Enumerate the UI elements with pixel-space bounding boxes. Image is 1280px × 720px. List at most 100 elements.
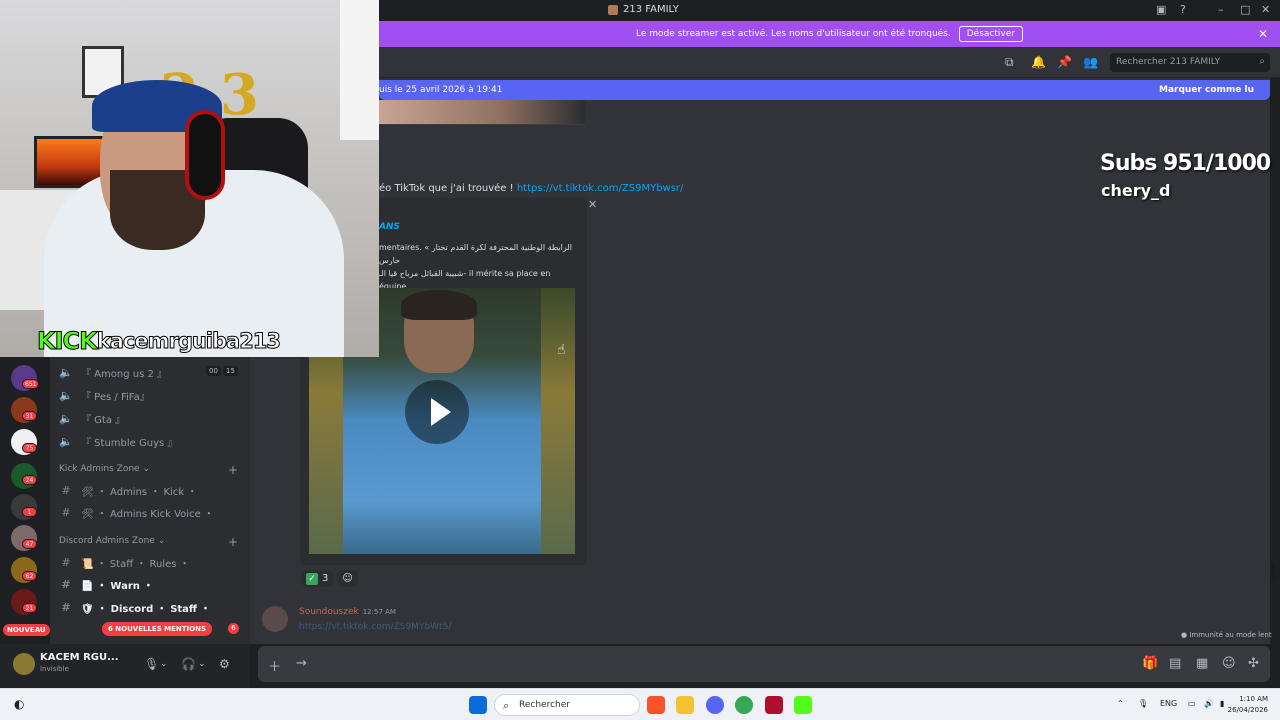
bell-icon[interactable]: 🔔 xyxy=(1031,55,1046,69)
kick-app-icon[interactable] xyxy=(794,696,812,714)
channel-warn[interactable]: # 📄 ・ Warn ・ xyxy=(59,577,244,592)
gif-icon[interactable]: ▤ xyxy=(1169,656,1181,671)
search-icon: ⌕ xyxy=(1259,56,1265,67)
clock[interactable]: 1:10 AM 26/04/2026 xyxy=(1228,694,1268,716)
app-icon[interactable] xyxy=(765,696,783,714)
taskbar-search[interactable]: ⌕ Rechercher xyxy=(494,694,640,716)
minimize-icon[interactable]: – xyxy=(1218,3,1224,16)
avatar[interactable] xyxy=(262,606,288,632)
webcam-overlay: 2 3 xyxy=(0,0,379,357)
embed-title[interactable]: ANS xyxy=(379,222,400,232)
battery-icon[interactable]: ▮ xyxy=(1220,699,1224,708)
headphones-icon[interactable]: 🎧 xyxy=(181,657,196,671)
help-icon[interactable]: ? xyxy=(1180,3,1186,16)
server-rail: 651 31 75 24 1 47 62 21 xyxy=(0,357,50,688)
speaker-icon: 🔈 xyxy=(59,366,73,379)
gear-icon[interactable]: ⚙ xyxy=(219,657,230,671)
message-text: éo TikTok que j'ai trouvée ! https://vt.… xyxy=(379,183,684,194)
search-input[interactable]: Rechercher 213 FAMILY ⌕ xyxy=(1110,53,1270,72)
tiktok-link[interactable]: https://vt.tiktok.com/ZS9MYbwsr/ xyxy=(517,183,684,194)
discord-icon[interactable] xyxy=(706,696,724,714)
kick-logo: KICK xyxy=(37,327,99,356)
server-icon xyxy=(608,4,618,15)
start-icon[interactable] xyxy=(469,696,487,714)
widgets-icon[interactable]: ◐ xyxy=(14,697,24,711)
microphone-icon[interactable]: 🎙 xyxy=(144,657,159,671)
message-author[interactable]: Soundouszek 12:57 AM xyxy=(299,607,396,617)
members-icon[interactable]: 👥 xyxy=(1083,55,1098,69)
kick-username: kacemrguiba213 xyxy=(96,329,281,354)
hash-icon: # xyxy=(61,484,71,497)
brave-icon[interactable] xyxy=(647,696,665,714)
message-link[interactable]: https://vt.tiktok.com/ZS9MYbWt5/ xyxy=(299,622,451,632)
maximize-icon[interactable]: □ xyxy=(1240,3,1250,16)
voice-channel-gta[interactable]: 🔈 『 Gta 』 xyxy=(59,411,244,426)
banner-message: Le mode streamer est activé. Les noms d'… xyxy=(636,29,951,39)
hash-icon: # xyxy=(61,556,71,569)
threads-icon[interactable]: ⧉ xyxy=(1005,55,1014,70)
pin-icon[interactable]: 📌 xyxy=(1057,55,1072,69)
wall-jersey xyxy=(340,0,379,140)
chevron-down-icon[interactable]: ⌄ xyxy=(160,659,168,669)
window-title: 213 FAMILY xyxy=(608,4,679,15)
mentions-count-badge: 6 xyxy=(228,623,239,634)
close-window-icon[interactable]: ✕ xyxy=(1261,3,1270,16)
category-kick-admins[interactable]: Kick Admins Zone ⌄ + xyxy=(59,463,244,477)
username[interactable]: KACEM RGU... xyxy=(40,652,119,663)
mark-as-read-button[interactable]: Marquer comme lu xyxy=(1159,85,1254,95)
reactions: ✓ 3 ☺ xyxy=(301,570,358,587)
chrome-icon[interactable] xyxy=(735,696,753,714)
inbox-icon[interactable]: ▣ xyxy=(1156,3,1166,16)
hash-icon: # xyxy=(61,601,71,614)
new-messages-bar[interactable]: uis le 25 avril 2026 à 19:41 Marquer com… xyxy=(379,80,1270,100)
disable-streamer-button[interactable]: Désactiver xyxy=(958,26,1023,42)
channel-admins-kick-voice[interactable]: # 🛠 ・ Admins Kick Voice ・ xyxy=(59,505,244,520)
chevron-up-icon[interactable]: ⌃ xyxy=(1117,699,1124,708)
voice-channel-stumble[interactable]: 🔈 『 Stumble Guys 』 xyxy=(59,434,244,449)
hash-icon: # xyxy=(61,578,71,591)
user-panel: KACEM RGU... Invisible 🎙 ⌄ 🎧 ⌄ ⚙ xyxy=(0,644,250,688)
message-composer[interactable]: ＋ → 🎁 ▤ ▦ ☺ ✣ xyxy=(258,646,1270,682)
apps-icon[interactable]: ✣ xyxy=(1248,656,1259,671)
new-badge[interactable]: NOUVEAU xyxy=(3,624,50,636)
forward-icon[interactable]: → xyxy=(296,656,307,671)
add-attachment-icon[interactable]: ＋ xyxy=(268,656,281,675)
channel-staff-rules[interactable]: # 📜 ・ Staff ・ Rules ・ xyxy=(59,555,244,570)
channel-sidebar: 🔈 『 Among us 2 』 00 15 🔈 『 Pes / FiFa』 🔈 『 … xyxy=(50,357,250,644)
user-status: Invisible xyxy=(40,665,69,673)
user-count: 00 xyxy=(206,366,221,376)
add-reaction-button[interactable]: ☺ xyxy=(337,570,358,587)
add-channel-icon[interactable]: + xyxy=(228,463,238,477)
taskbar: ◐ ⌕ Rechercher ⌃ 🎙 ENG ▭ 🔊 ▮ 1:10 AM 26/0… xyxy=(0,688,1280,720)
network-icon[interactable]: ▭ xyxy=(1188,699,1196,708)
close-banner-icon[interactable]: ✕ xyxy=(1258,27,1268,41)
reaction-check[interactable]: ✓ 3 xyxy=(301,570,334,587)
channel-discord-staff[interactable]: # 🛡 ・ Discord ・ Staff ・ xyxy=(59,600,244,615)
chevron-down-icon[interactable]: ⌄ xyxy=(198,659,206,669)
channel-header: ⧉ 🔔 📌 👥 Rechercher 213 FAMILY ⌕ xyxy=(379,47,1280,78)
microphone-icon[interactable]: 🎙 xyxy=(1138,699,1148,708)
channel-admins-kick[interactable]: # 🛠 ・ Admins ・ Kick ・ xyxy=(59,483,244,498)
hand-cursor-icon: ☝ xyxy=(557,342,566,358)
add-channel-icon[interactable]: + xyxy=(228,535,238,549)
avatar[interactable] xyxy=(13,653,35,675)
voice-channel-pes[interactable]: 🔈 『 Pes / FiFa』 xyxy=(59,388,244,403)
language-indicator[interactable]: ENG xyxy=(1160,699,1177,708)
new-messages-since: uis le 25 avril 2026 à 19:41 xyxy=(379,85,503,95)
latest-sub: chery_d xyxy=(1101,181,1171,200)
sticker-icon[interactable]: ▦ xyxy=(1196,656,1208,671)
play-icon[interactable] xyxy=(405,380,469,444)
folder-icon[interactable] xyxy=(676,696,694,714)
speaker-icon: 🔈 xyxy=(59,435,73,448)
gift-icon[interactable]: 🎁 xyxy=(1142,656,1158,671)
previous-image-preview[interactable] xyxy=(379,100,585,125)
server-badge-6: 47 xyxy=(22,539,37,549)
emoji-icon[interactable]: ☺ xyxy=(1222,656,1236,671)
new-mentions-pill[interactable]: 6 NOUVELLES MENTIONS xyxy=(102,622,213,636)
streamer-mode-banner: Le mode streamer est activé. Les noms d'… xyxy=(379,21,1280,47)
category-discord-admins[interactable]: Discord Admins Zone ⌄ + xyxy=(59,535,244,549)
volume-icon[interactable]: 🔊 xyxy=(1204,699,1214,708)
scrollbar[interactable] xyxy=(1271,562,1275,578)
remove-embed-icon[interactable]: ✕ xyxy=(588,198,597,211)
subs-goal: Subs 951/1000 xyxy=(1100,151,1271,176)
